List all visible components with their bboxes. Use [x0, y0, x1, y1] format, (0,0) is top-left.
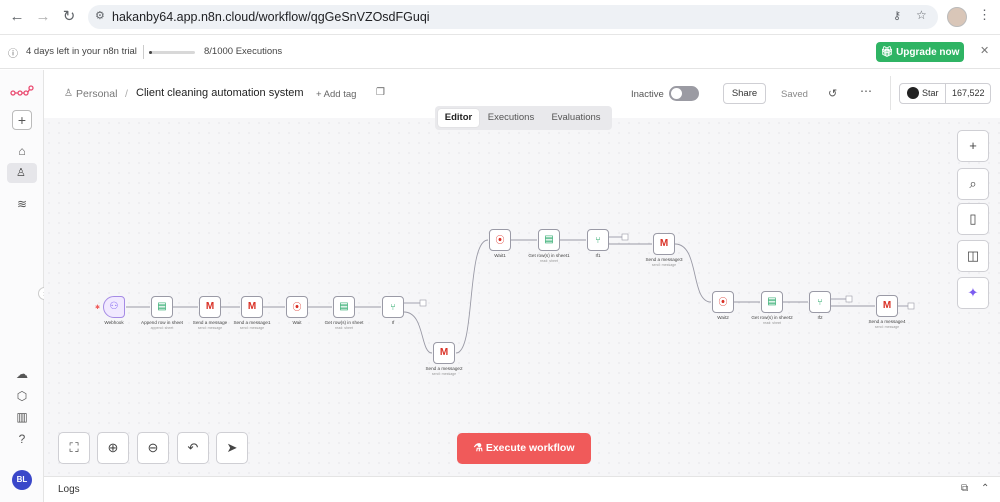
node-label: If2: [817, 315, 823, 320]
gmail-icon: M: [882, 300, 892, 311]
node-subtitle: read: sheet: [763, 321, 781, 325]
gmail-icon: M: [247, 301, 257, 312]
if-branch-icon: ⑂: [817, 297, 823, 307]
add-output-handle: [621, 233, 629, 241]
logs-label: Logs: [58, 484, 80, 495]
node-if1[interactable]: ⑂: [587, 229, 609, 251]
node-send-message3[interactable]: M: [653, 233, 675, 255]
node-send-message4[interactable]: M: [876, 295, 898, 317]
node-wait2[interactable]: ⦿: [712, 291, 734, 313]
connection: [674, 243, 712, 303]
fit-view-icon[interactable]: ⛶: [58, 432, 90, 464]
gmail-icon: M: [659, 238, 669, 249]
node-wait1[interactable]: ⦿: [489, 229, 511, 251]
node-subtitle: send: message: [239, 326, 265, 330]
node-append-row[interactable]: ▤: [151, 296, 173, 318]
google-sheets-icon: ▤: [157, 301, 167, 312]
node-get-rows1[interactable]: ▤: [538, 229, 560, 251]
node-subtitle: send: message: [874, 325, 900, 329]
node-webhook[interactable]: ⚇: [103, 296, 125, 318]
wait-icon: ⦿: [718, 297, 728, 307]
execute-workflow-button[interactable]: ⚗ Execute workflow: [457, 433, 591, 464]
if-branch-icon: ⑂: [595, 235, 601, 245]
node-subtitle: read: sheet: [540, 259, 558, 263]
gmail-icon: M: [205, 301, 215, 312]
gmail-icon: M: [439, 347, 449, 358]
add-output-handle: [907, 302, 915, 310]
flask-icon: ⚗: [473, 442, 483, 454]
node-subtitle: send: message: [431, 372, 457, 376]
popout-icon[interactable]: ⧉: [961, 483, 968, 494]
logs-panel[interactable]: Logs ⧉ ⌃: [44, 476, 1000, 502]
node-wait[interactable]: ⦿: [286, 296, 308, 318]
node-label: If: [391, 320, 395, 325]
add-output-handle: [845, 295, 853, 303]
execute-label: Execute workflow: [485, 442, 575, 454]
undo-icon[interactable]: ↶: [177, 432, 209, 464]
chevron-up-icon[interactable]: ⌃: [981, 483, 989, 494]
webhook-icon: ⚇: [109, 301, 119, 312]
zoom-in-icon[interactable]: ⊕: [97, 432, 129, 464]
node-send-message[interactable]: M: [199, 296, 221, 318]
wait-icon: ⦿: [495, 235, 505, 245]
connections-layer: ✱: [95, 233, 915, 354]
node-if[interactable]: ⑂: [382, 296, 404, 318]
node-label: If1: [595, 253, 601, 258]
node-send-message2[interactable]: M: [433, 342, 455, 364]
node-label: Send a message3: [645, 257, 683, 262]
node-subtitle: send: message: [651, 263, 677, 267]
node-label: Send a message2: [425, 366, 463, 371]
node-get-rows2[interactable]: ▤: [761, 291, 783, 313]
node-get-rows[interactable]: ▤: [333, 296, 355, 318]
node-if2[interactable]: ⑂: [809, 291, 831, 313]
cursor-icon[interactable]: ➤: [216, 432, 248, 464]
webhook-trigger-marker: ✱: [95, 304, 100, 311]
node-subtitle: read: sheet: [335, 326, 353, 330]
google-sheets-icon: ▤: [767, 296, 777, 307]
wait-icon: ⦿: [292, 302, 302, 312]
add-output-handle: [419, 299, 427, 307]
connection: [403, 311, 433, 354]
zoom-out-icon[interactable]: ⊖: [137, 432, 169, 464]
node-send-message1[interactable]: M: [241, 296, 263, 318]
google-sheets-icon: ▤: [544, 234, 554, 245]
if-branch-icon: ⑂: [390, 302, 396, 312]
node-label: Send a message4: [868, 319, 906, 324]
google-sheets-icon: ▤: [339, 301, 349, 312]
